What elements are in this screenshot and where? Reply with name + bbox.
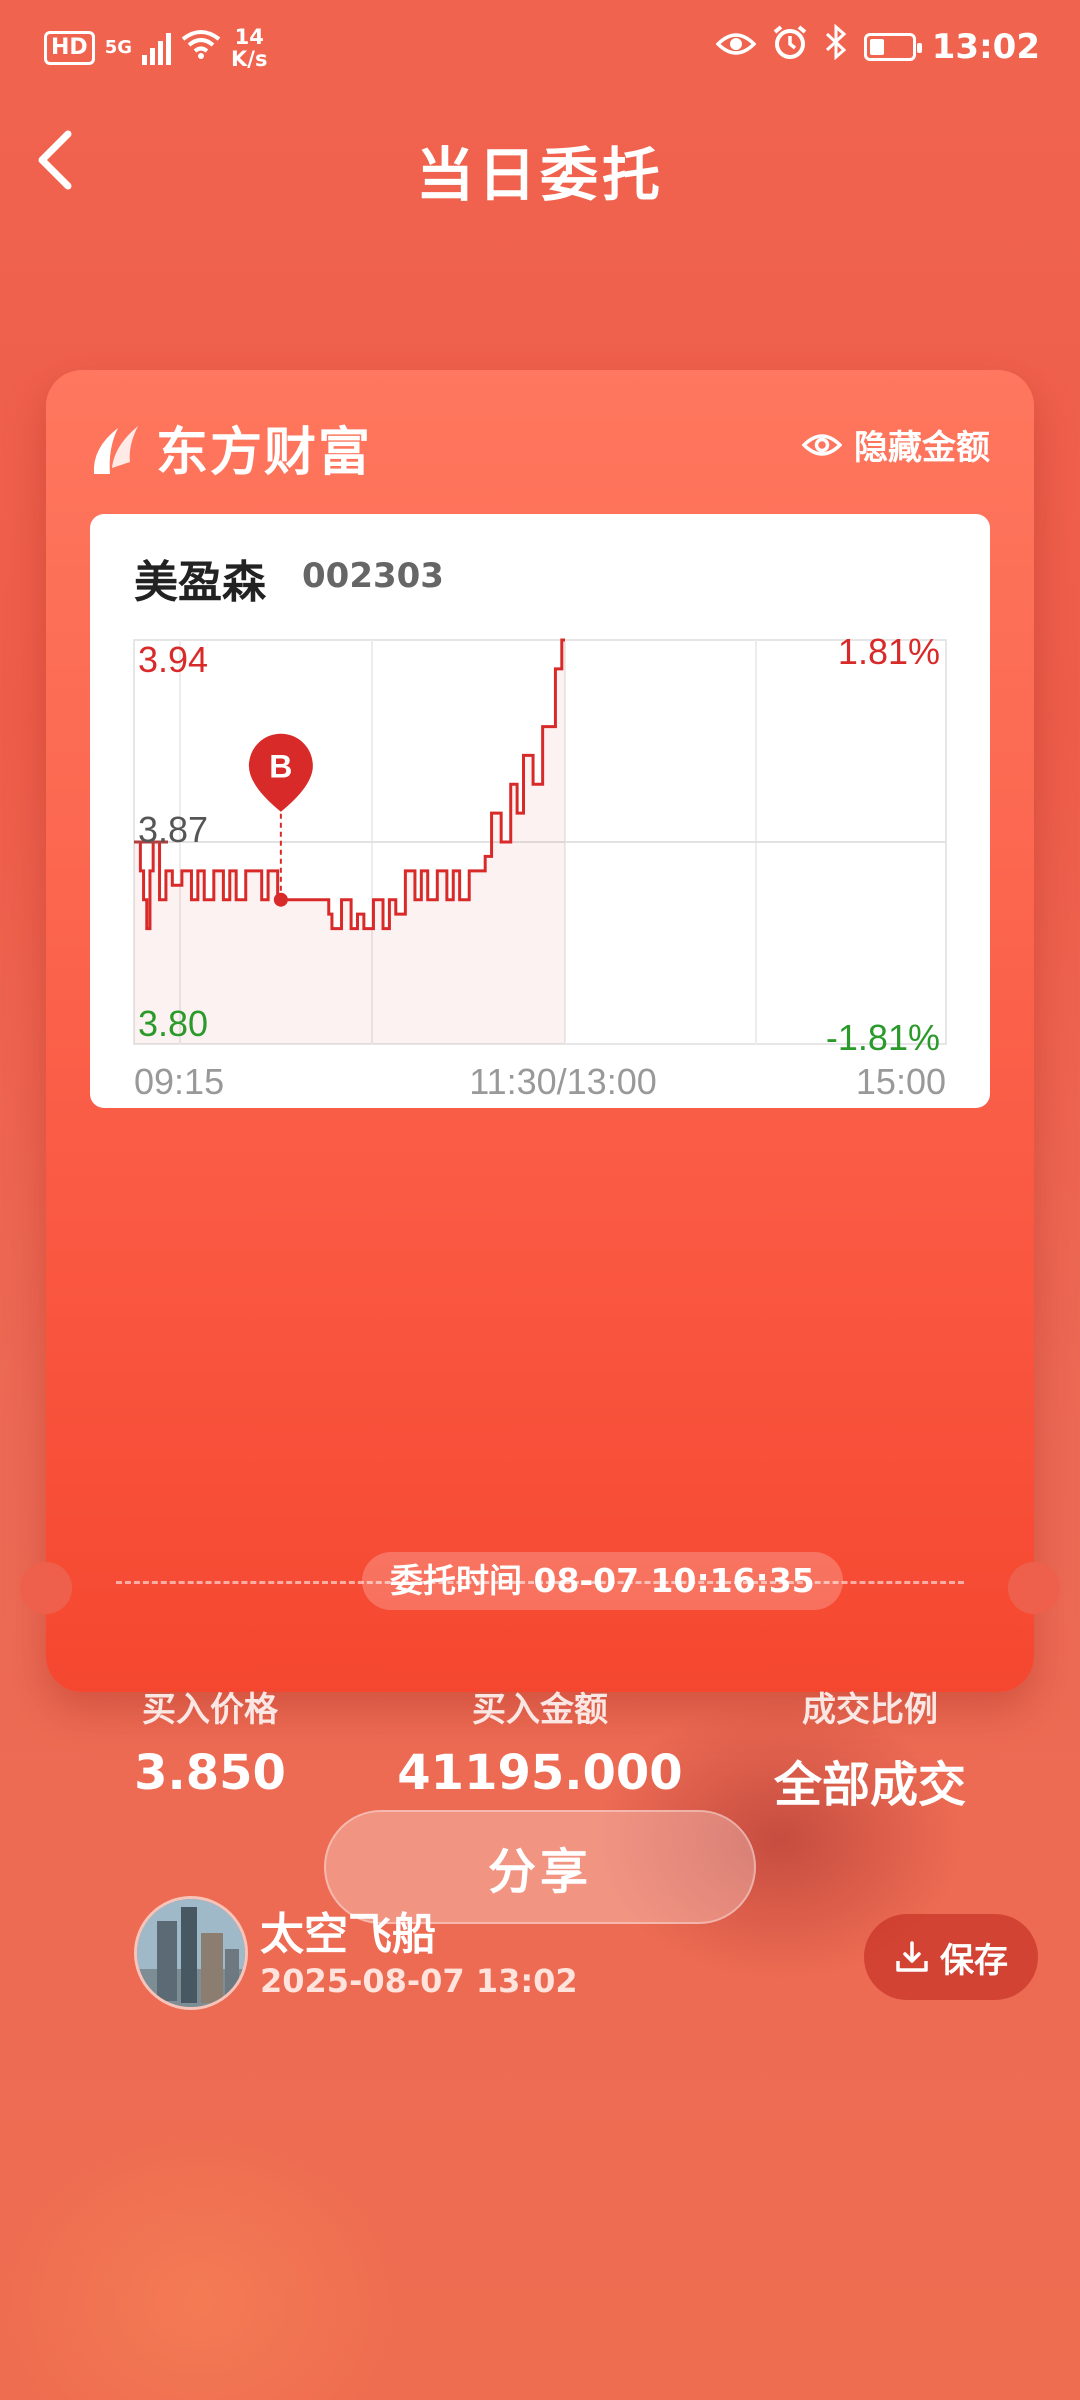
user-timestamp: 2025-08-07 13:02 [260, 1962, 578, 2000]
eye-icon [802, 433, 842, 456]
status-time: 13:02 [931, 26, 1040, 67]
pct-max-label: 1.81% [838, 631, 940, 672]
intraday-chart-panel: 美盈森 002303 B 3.94 3.87 3.80 1.81% -1.81% 09:15… [90, 514, 990, 1108]
price-max-label: 3.94 [138, 639, 208, 680]
ticket-notch-right [1008, 1562, 1060, 1614]
order-share-card: 东方财富 隐藏金额 美盈森 002303 B 3.94 3.87 3.80 1.81% -… [20, 370, 1060, 2010]
page-title: 当日委托 [415, 141, 664, 209]
stat-value: 全部成交 [773, 1757, 966, 1813]
brand-name: 东方财富 [156, 423, 373, 483]
buy-marker-dot [273, 892, 288, 907]
save-label: 保存 [940, 1940, 1008, 1981]
ticket-notch-left [20, 1562, 72, 1614]
save-button[interactable]: 保存 [864, 1914, 1038, 2000]
stat-buy-price: 买入价格 3.850 [60, 1682, 360, 1801]
stat-value: 41195.000 [397, 1745, 683, 1801]
download-icon [896, 1941, 928, 1972]
alarm-icon [772, 24, 808, 69]
hide-amount-toggle[interactable]: 隐藏金额 [802, 420, 990, 469]
eye-status-icon [715, 27, 757, 67]
status-bar: HD 5G 14 K/s 13:02 [0, 0, 1080, 100]
intraday-chart: B 3.94 3.87 3.80 1.81% -1.81% 09:15 11:30/13:00… [133, 631, 947, 1102]
signal-icon [142, 31, 171, 65]
network-speed: 14 K/s [231, 26, 267, 70]
hd-badge: HD [44, 31, 95, 65]
stat-value: 3.850 [134, 1745, 286, 1801]
brand-logo-icon [93, 425, 138, 474]
avatar [134, 1896, 248, 2010]
price-mid-label: 3.87 [138, 809, 208, 850]
time-start-label: 09:15 [134, 1061, 224, 1102]
speed-unit: K/s [231, 47, 268, 71]
bluetooth-icon [824, 23, 848, 69]
time-mid-label: 11:30/13:00 [469, 1061, 657, 1102]
brand: 东方财富 [88, 410, 372, 485]
battery-level [869, 38, 884, 55]
time-end-label: 15:00 [856, 1061, 946, 1102]
stat-label: 买入金额 [472, 1690, 608, 1730]
stat-buy-amount: 买入金额 41195.000 [390, 1682, 690, 1801]
pct-min-label: -1.81% [826, 1017, 940, 1058]
buy-marker-label: B [269, 749, 292, 785]
stat-fill-ratio: 成交比例 全部成交 [720, 1682, 1020, 1815]
share-button[interactable]: 分享 [324, 1810, 756, 1924]
hide-amount-label: 隐藏金额 [854, 428, 990, 468]
order-time: 委托时间 08-07 10:16:35 [362, 1552, 843, 1610]
battery-icon [863, 32, 922, 61]
price-min-label: 3.80 [138, 1003, 208, 1044]
status-left: HD 5G 14 K/s [44, 26, 267, 70]
stat-label: 成交比例 [802, 1690, 938, 1730]
wifi-icon [181, 28, 221, 68]
network-type: 5G [104, 37, 132, 58]
status-right: 13:02 [715, 23, 1040, 69]
speed-value: 14 [234, 25, 264, 49]
stat-label: 买入价格 [142, 1690, 278, 1730]
